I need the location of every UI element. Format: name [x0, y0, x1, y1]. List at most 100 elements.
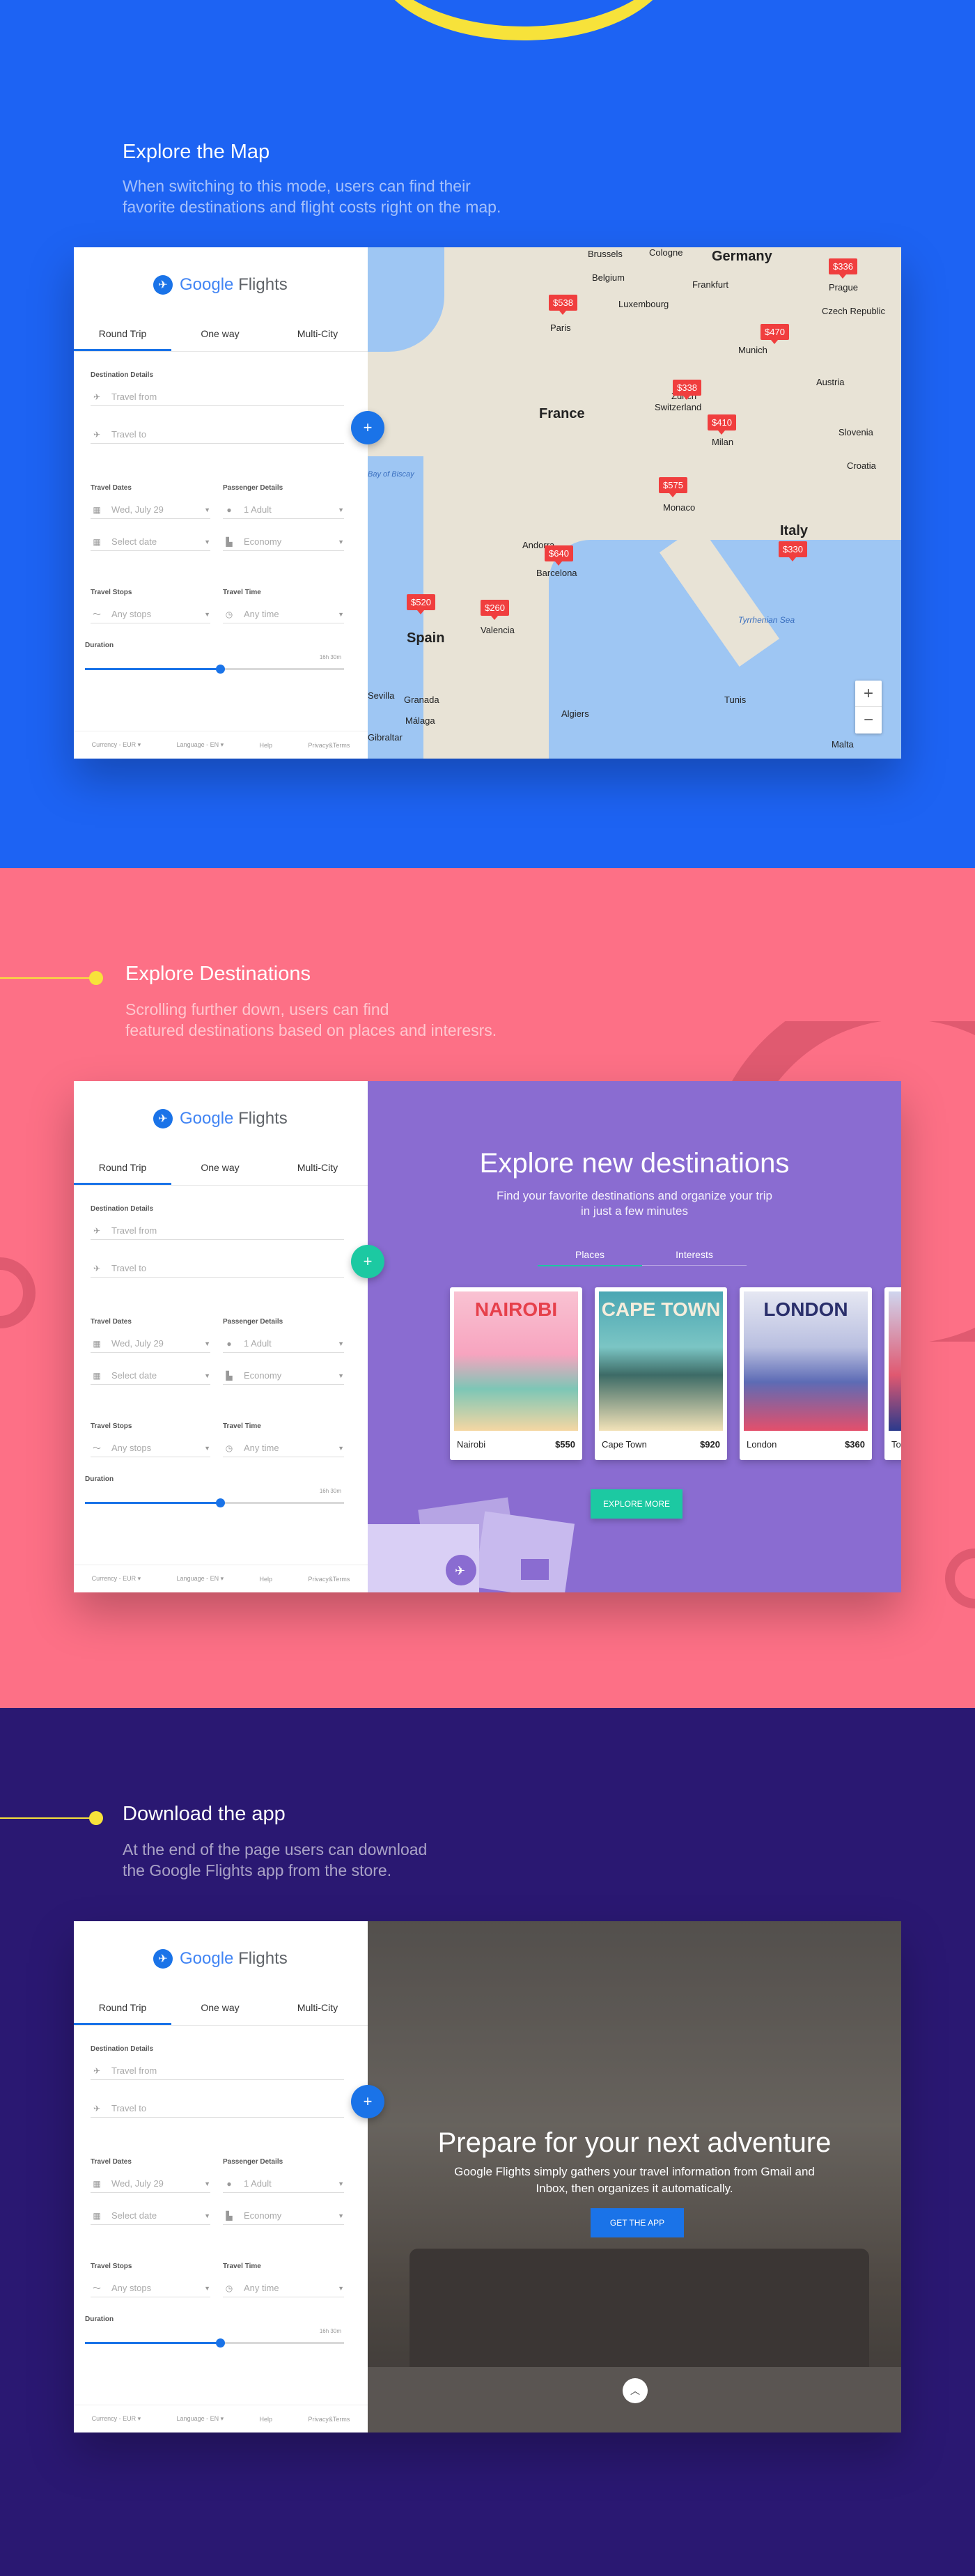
- app-title: Prepare for your next adventure: [437, 2127, 832, 2158]
- travel-from-field[interactable]: ✈ Travel from: [91, 388, 344, 406]
- section-description: At the end of the page users can downloa…: [123, 1840, 428, 1879]
- google-flights-logo: ✈ Google Flights: [153, 275, 288, 295]
- travel-to-field[interactable]: ✈ Travel to: [91, 1259, 344, 1278]
- chevron-up-icon[interactable]: ︿: [623, 2378, 648, 2403]
- help-link[interactable]: Help: [259, 1576, 272, 1583]
- travel-to-field[interactable]: ✈ Travel to: [91, 426, 344, 444]
- duration-slider[interactable]: [85, 2338, 344, 2348]
- destination-card-partial[interactable]: To: [884, 1287, 901, 1460]
- tab-multi-city[interactable]: Multi-City: [269, 1158, 366, 1185]
- section-description: Scrolling further down, users can find f…: [125, 1000, 497, 1039]
- tab-round-trip[interactable]: Round Trip: [74, 1158, 171, 1185]
- city-label: Gibraltar: [368, 732, 403, 743]
- language-select[interactable]: Language - EN ▾: [177, 2415, 224, 2423]
- slider-handle[interactable]: [216, 665, 225, 674]
- city-label: Málaga: [405, 715, 435, 726]
- tab-multi-city[interactable]: Multi-City: [269, 324, 366, 351]
- slider-handle[interactable]: [216, 2338, 225, 2348]
- time-select[interactable]: ◷ Any time ▼: [223, 1439, 344, 1457]
- add-button[interactable]: +: [351, 411, 384, 444]
- app-hero: Prepare for your next adventure Google F…: [368, 1921, 901, 2433]
- section-explore-map: Explore the Map When switching to this m…: [0, 0, 975, 868]
- trip-type-tabs: Round Trip One way Multi-City: [74, 324, 368, 352]
- duration-slider[interactable]: [85, 665, 344, 674]
- privacy-link[interactable]: Privacy&Terms: [308, 742, 350, 749]
- map-view[interactable]: Germany France Switzerland Austria Italy…: [368, 247, 901, 759]
- tab-multi-city[interactable]: Multi-City: [269, 1998, 366, 2025]
- stops-select[interactable]: 〜 Any stops ▼: [91, 2279, 210, 2297]
- language-select[interactable]: Language - EN ▾: [177, 1575, 224, 1583]
- destination-card-nairobi[interactable]: NAIROBI Nairobi $550: [450, 1287, 582, 1460]
- explore-more-button[interactable]: EXPLORE MORE: [591, 1489, 682, 1519]
- tab-one-way[interactable]: One way: [171, 324, 269, 351]
- privacy-link[interactable]: Privacy&Terms: [308, 1576, 350, 1583]
- country-label: Belgium: [592, 272, 625, 283]
- cabin-select[interactable]: ▙ Economy ▼: [223, 1367, 344, 1385]
- price-pin[interactable]: $330: [779, 541, 807, 561]
- chevron-down-icon: ▼: [338, 2284, 344, 2292]
- language-select[interactable]: Language - EN ▾: [177, 741, 224, 749]
- plane-icon: ✈: [153, 275, 173, 295]
- duration-slider[interactable]: [85, 1498, 344, 1507]
- price-pin[interactable]: $336: [829, 258, 857, 279]
- currency-select[interactable]: Currency - EUR ▾: [92, 1575, 141, 1583]
- plane-icon: ✈: [153, 1949, 173, 1969]
- country-label: Czech Republic: [822, 306, 886, 316]
- tab-one-way[interactable]: One way: [171, 1998, 269, 2025]
- destination-card-cape-town[interactable]: CAPE TOWN Cape Town $920: [595, 1287, 727, 1460]
- tab-places[interactable]: Places: [538, 1244, 642, 1266]
- currency-select[interactable]: Currency - EUR ▾: [92, 741, 141, 749]
- get-the-app-button[interactable]: GET THE APP: [591, 2208, 684, 2237]
- add-button[interactable]: +: [351, 1245, 384, 1278]
- card-city: Nairobi: [457, 1439, 486, 1450]
- travel-to-field[interactable]: ✈ Travel to: [91, 2100, 344, 2118]
- price-pin[interactable]: $338: [673, 380, 701, 400]
- tab-interests[interactable]: Interests: [642, 1244, 747, 1266]
- passengers-select[interactable]: ● 1 Adult ▼: [223, 2175, 344, 2193]
- tab-round-trip[interactable]: Round Trip: [74, 1998, 171, 2025]
- price-pin[interactable]: $575: [659, 477, 687, 497]
- price-pin[interactable]: $260: [481, 600, 509, 620]
- depart-date-field[interactable]: ▦ Wed, July 29 ▼: [91, 2175, 210, 2193]
- help-link[interactable]: Help: [259, 2416, 272, 2423]
- depart-date-field[interactable]: ▦ Wed, July 29 ▼: [91, 501, 210, 519]
- stops-select[interactable]: 〜 Any stops ▼: [91, 605, 210, 623]
- calendar-icon: ▦: [93, 1370, 101, 1381]
- city-label: Valencia: [481, 625, 515, 635]
- privacy-link[interactable]: Privacy&Terms: [308, 2416, 350, 2423]
- zoom-in-button[interactable]: +: [855, 681, 882, 707]
- tab-one-way[interactable]: One way: [171, 1158, 269, 1185]
- return-date-field[interactable]: ▦ Select date ▼: [91, 1367, 210, 1385]
- nairobi-illustration: NAIROBI: [454, 1291, 578, 1431]
- return-date-field[interactable]: ▦ Select date ▼: [91, 533, 210, 551]
- return-date-field[interactable]: ▦ Select date ▼: [91, 2207, 210, 2225]
- currency-select[interactable]: Currency - EUR ▾: [92, 2415, 141, 2423]
- passengers-select[interactable]: ● 1 Adult ▼: [223, 1335, 344, 1353]
- help-link[interactable]: Help: [259, 742, 272, 749]
- stops-select[interactable]: 〜 Any stops ▼: [91, 1439, 210, 1457]
- zoom-out-button[interactable]: −: [855, 707, 882, 734]
- price-pin[interactable]: $470: [760, 324, 789, 344]
- travel-from-field[interactable]: ✈ Travel from: [91, 2062, 344, 2080]
- price-pin[interactable]: $640: [545, 545, 573, 566]
- slider-handle[interactable]: [216, 1498, 225, 1507]
- cabin-select[interactable]: ▙ Economy ▼: [223, 2207, 344, 2225]
- travel-dates-label: Travel Dates: [91, 1318, 132, 1326]
- passengers-select[interactable]: ● 1 Adult ▼: [223, 501, 344, 519]
- time-select[interactable]: ◷ Any time ▼: [223, 605, 344, 623]
- price-pin[interactable]: $538: [549, 295, 577, 315]
- clock-icon: ◷: [225, 2283, 233, 2293]
- cabin-select[interactable]: ▙ Economy ▼: [223, 533, 344, 551]
- time-select[interactable]: ◷ Any time ▼: [223, 2279, 344, 2297]
- decorative-ring: [0, 1257, 36, 1328]
- destination-card-london[interactable]: LONDON London $360: [740, 1287, 872, 1460]
- travel-from-field[interactable]: ✈ Travel from: [91, 1222, 344, 1240]
- cape-town-illustration: CAPE TOWN: [599, 1291, 723, 1431]
- passenger-details-label: Passenger Details: [223, 2158, 283, 2166]
- add-button[interactable]: +: [351, 2085, 384, 2118]
- price-pin[interactable]: $410: [708, 414, 736, 435]
- price-pin[interactable]: $520: [407, 594, 435, 614]
- depart-date-field[interactable]: ▦ Wed, July 29 ▼: [91, 1335, 210, 1353]
- london-illustration: LONDON: [744, 1291, 868, 1431]
- tab-round-trip[interactable]: Round Trip: [74, 324, 171, 351]
